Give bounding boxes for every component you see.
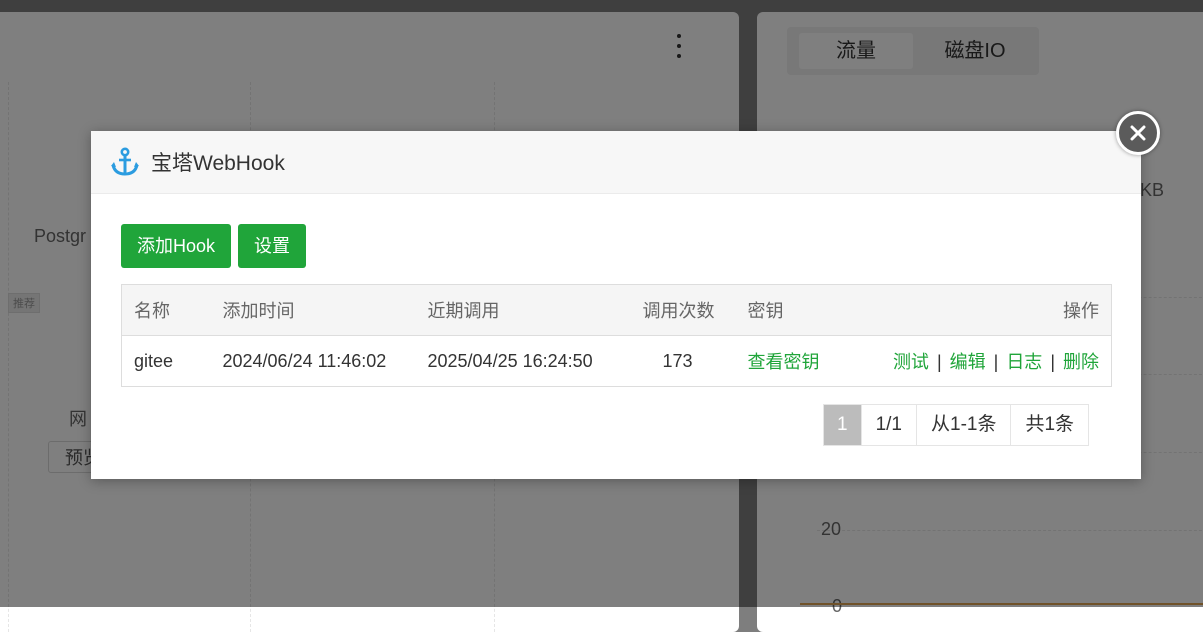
hook-last-call: 2025/04/25 16:24:50 (415, 335, 621, 387)
add-hook-button[interactable]: 添加Hook (121, 224, 232, 268)
close-dialog-button[interactable] (1116, 111, 1160, 155)
table-row: gitee 2024/06/24 11:46:02 2025/04/25 16:… (121, 335, 1112, 387)
delete-link[interactable]: 删除 (1063, 352, 1099, 372)
divider: | (936, 352, 942, 372)
divider: | (993, 352, 999, 372)
hook-call-count: 173 (620, 335, 736, 387)
settings-button[interactable]: 设置 (238, 224, 307, 268)
column-header-added: 添加时间 (210, 284, 416, 336)
column-header-key: 密钥 (735, 284, 851, 336)
close-icon (1130, 125, 1146, 141)
webhook-dialog: 宝塔WebHook 添加Hook 设置 名称 添加时间 近期调用 调用次数 密钥… (91, 131, 1141, 479)
edit-link[interactable]: 编辑 (950, 352, 986, 372)
hook-name: gitee (121, 335, 211, 387)
pagination: 1 1/1 从1-1条 共1条 (823, 404, 1090, 446)
dialog-title: 宝塔WebHook (151, 152, 285, 175)
column-header-last-call: 近期调用 (415, 284, 621, 336)
log-link[interactable]: 日志 (1006, 352, 1042, 372)
page-count: 1/1 (860, 405, 916, 445)
page-range: 从1-1条 (916, 405, 1010, 445)
view-key-link[interactable]: 查看密钥 (748, 352, 820, 372)
dialog-toolbar: 添加Hook 设置 (121, 224, 307, 268)
anchor-icon (111, 147, 139, 176)
hooks-table: 名称 添加时间 近期调用 调用次数 密钥 操作 gitee 2024/06/24… (121, 284, 1112, 387)
column-header-count: 调用次数 (620, 284, 736, 336)
page-current[interactable]: 1 (824, 405, 861, 445)
divider: | (1050, 352, 1055, 372)
column-header-actions: 操作 (850, 284, 1112, 336)
hook-added-time: 2024/06/24 11:46:02 (210, 335, 416, 387)
dialog-header: 宝塔WebHook (91, 131, 1141, 194)
test-link[interactable]: 测试 (893, 352, 929, 372)
column-header-name: 名称 (121, 284, 211, 336)
table-header-row: 名称 添加时间 近期调用 调用次数 密钥 操作 (121, 284, 1112, 336)
page-total: 共1条 (1010, 405, 1088, 445)
